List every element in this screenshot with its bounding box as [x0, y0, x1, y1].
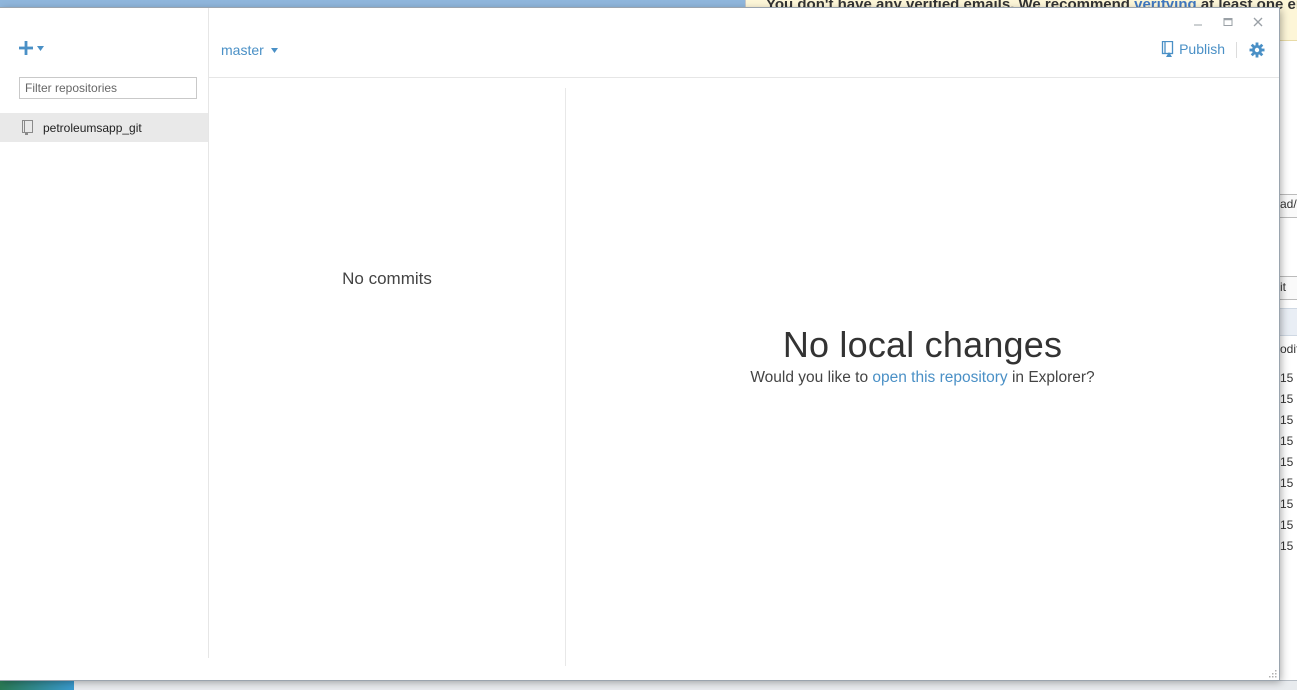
filter-repositories-input[interactable] [19, 77, 197, 99]
open-in-explorer-prompt: Would you like to open this repository i… [566, 369, 1279, 387]
no-local-changes-title: No local changes [782, 324, 1063, 365]
background-table-header [1280, 308, 1297, 336]
repository-icon [21, 120, 35, 136]
branch-selector[interactable]: master [221, 42, 278, 58]
repository-label: petroleumsapp_git [43, 120, 142, 135]
resize-grip-icon[interactable] [1269, 670, 1277, 678]
background-text-fragment: 15 [1280, 434, 1294, 448]
branch-name: master [221, 42, 264, 58]
repository-item-petroleumsapp-git[interactable]: petroleumsapp_git [0, 113, 208, 142]
gear-icon [1249, 42, 1265, 58]
background-text-fragment: 15 [1280, 392, 1294, 406]
repository-sidebar: petroleumsapp_git [0, 8, 209, 658]
changes-pane: No local changes Would you like to open … [566, 78, 1279, 668]
chevron-down-icon [37, 45, 44, 51]
no-commits-label: No commits [342, 269, 432, 288]
background-text-fragment: it [1280, 280, 1286, 294]
github-desktop-window: petroleumsapp_git master Publish [0, 8, 1279, 680]
chevron-down-icon [270, 47, 278, 53]
settings-button[interactable] [1249, 42, 1265, 58]
publish-repo-icon [1161, 41, 1174, 57]
publish-button[interactable]: Publish [1161, 41, 1225, 57]
prompt-text-start: Would you like to [750, 369, 873, 386]
background-text-fragment: 15 [1280, 413, 1294, 427]
background-text-fragment: ad/ [1280, 197, 1297, 211]
background-text-fragment: 15 [1280, 455, 1294, 469]
taskbar [0, 680, 1297, 690]
background-text-fragment: 15 [1280, 539, 1294, 553]
open-repository-link[interactable]: open this repository [872, 369, 1007, 386]
background-text-fragment: 15 [1280, 497, 1294, 511]
prompt-text-end: in Explorer? [1007, 369, 1095, 386]
taskbar-thumbnail[interactable] [0, 680, 74, 690]
plus-icon [19, 41, 33, 55]
commits-pane: No commits [209, 88, 566, 666]
background-text-fragment: 15 [1280, 476, 1294, 490]
background-text-fragment: odif [1280, 342, 1297, 356]
background-text-fragment: 15 [1280, 371, 1294, 385]
publish-label: Publish [1179, 41, 1225, 57]
toolbar-divider [1236, 42, 1237, 58]
toolbar: master Publish [209, 8, 1279, 78]
background-text-fragment: 15 [1280, 518, 1294, 532]
add-repository-button[interactable] [19, 41, 44, 55]
